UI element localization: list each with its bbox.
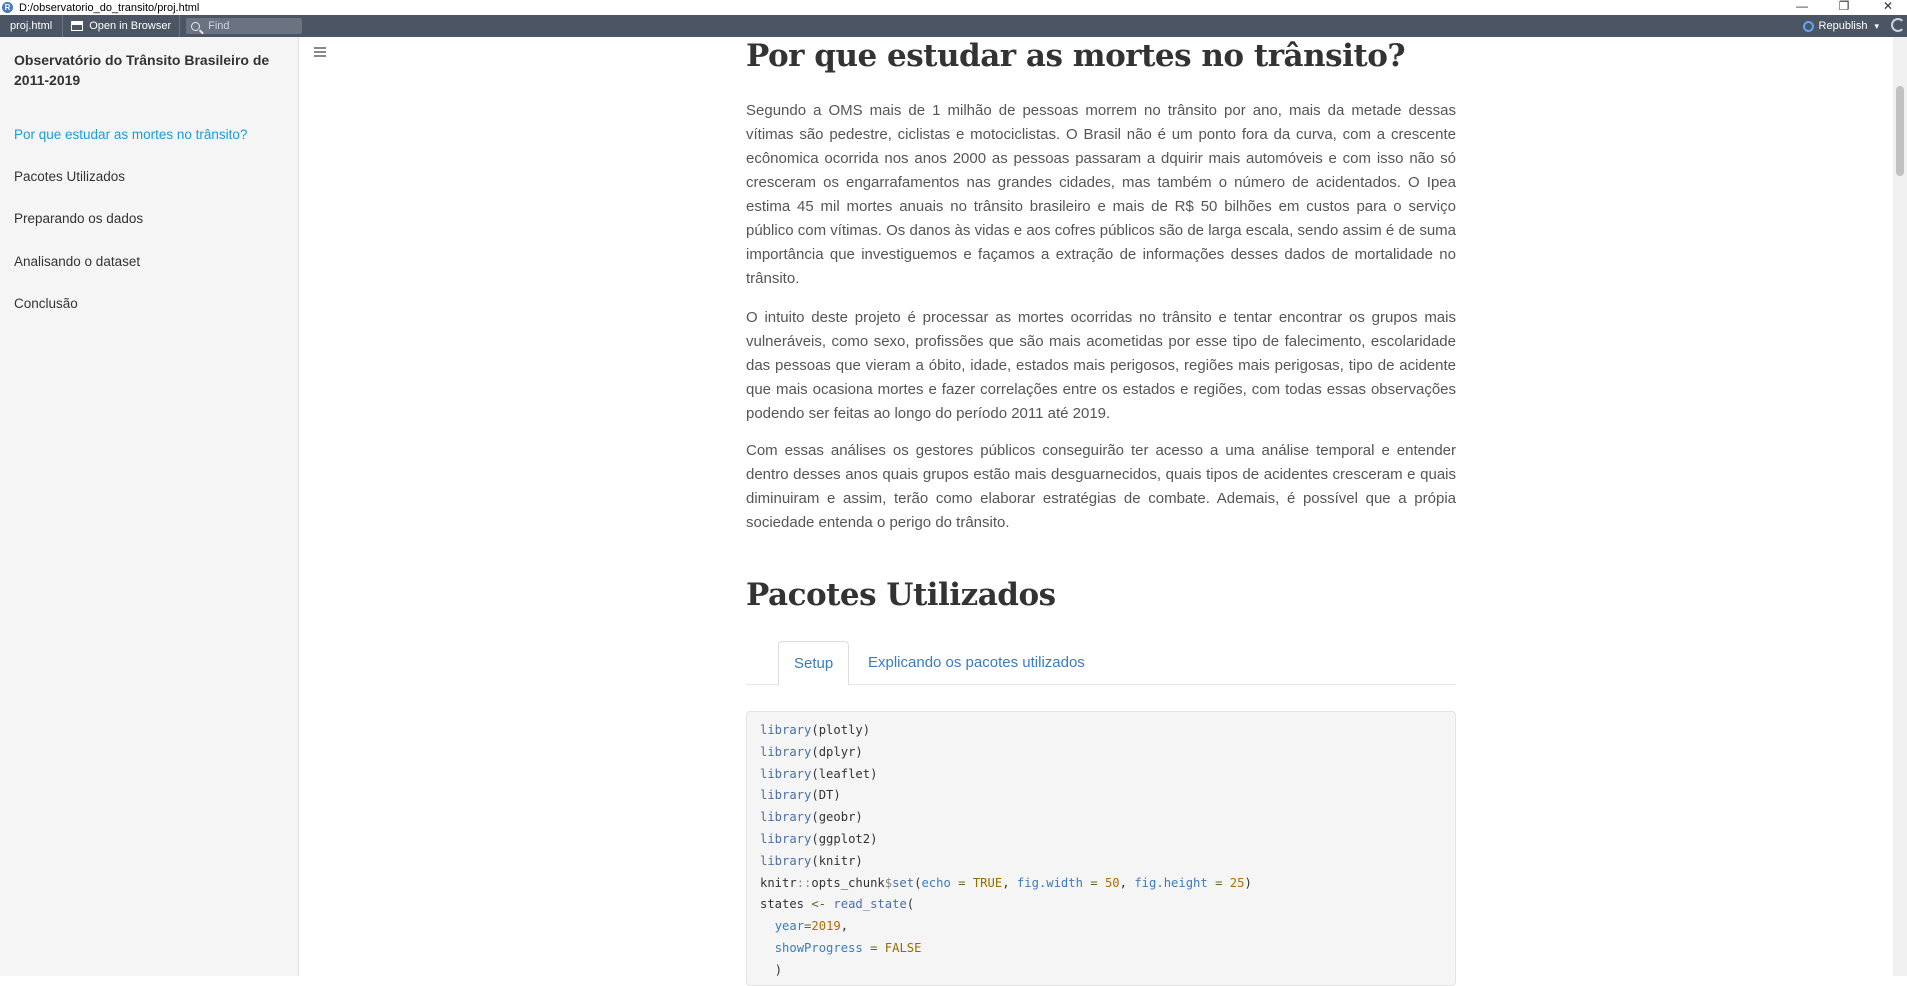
minimize-icon[interactable]: — <box>1787 0 1817 15</box>
toc-item-por-que-estudar[interactable]: Por que estudar as mortes no trânsito? <box>14 127 247 142</box>
code-line: showProgress = FALSE <box>774 940 922 955</box>
rstudio-logo-icon: R <box>2 2 13 13</box>
tab-explicando[interactable]: Explicando os pacotes utilizados <box>853 641 1100 686</box>
page-scrollbar[interactable] <box>1893 37 1907 976</box>
code-block: library(plotly) library(dplyr) library(l… <box>746 711 1456 986</box>
find-placeholder: Find <box>208 20 230 32</box>
close-icon[interactable]: ✕ <box>1873 0 1903 15</box>
window-path: D:/observatorio_do_transito/proj.html <box>19 1 200 14</box>
code-line: library(knitr) <box>760 853 863 868</box>
section-title-pacotes: Pacotes Utilizados <box>746 577 1056 613</box>
code-line: knitr::opts_chunk$set(echo = TRUE, fig.w… <box>760 875 1252 890</box>
browser-window-icon <box>71 21 84 31</box>
paragraph-1: Segundo a OMS mais de 1 milhão de pessoa… <box>746 102 1456 287</box>
hamburger-menu-icon[interactable] <box>314 47 326 57</box>
paragraph-2: O intuito deste projeto é processar as m… <box>746 309 1456 422</box>
toc-item-preparando[interactable]: Preparando os dados <box>14 211 143 226</box>
scrollbar-thumb[interactable] <box>1896 86 1904 176</box>
code-line: library(leaflet) <box>760 766 878 781</box>
paragraph-3: Com essas análises os gestores públicos … <box>746 442 1456 531</box>
code-line: ) <box>774 962 783 977</box>
code-line: year=2019, <box>774 919 849 934</box>
open-in-browser-label: Open in Browser <box>89 20 172 32</box>
code-line: library(DT) <box>760 788 841 803</box>
republish-label: Republish <box>1818 20 1868 32</box>
toc-sidebar: Observatório do Trânsito Brasileiro de 2… <box>0 37 299 976</box>
viewer-toolbar: proj.html Open in Browser Find Republish… <box>0 15 1907 37</box>
open-in-browser-button[interactable]: Open in Browser <box>63 15 181 37</box>
code-line: library(geobr) <box>760 810 863 825</box>
toc-item-analisando[interactable]: Analisando o dataset <box>14 254 140 269</box>
toc-title: Observatório do Trânsito Brasileiro de 2… <box>14 52 270 88</box>
toc-item-pacotes[interactable]: Pacotes Utilizados <box>14 169 125 184</box>
publish-icon <box>1802 20 1814 32</box>
find-input[interactable]: Find <box>186 18 303 34</box>
republish-button[interactable]: Republish ▾ <box>1802 15 1879 37</box>
chevron-down-icon[interactable]: ▾ <box>1874 21 1879 32</box>
refresh-icon[interactable] <box>1891 18 1905 32</box>
code-line: library(ggplot2) <box>760 831 878 846</box>
tab-setup[interactable]: Setup <box>778 641 850 686</box>
restore-icon[interactable]: ❐ <box>1829 0 1859 15</box>
window-titlebar: R D:/observatorio_do_transito/proj.html … <box>0 0 1907 15</box>
code-tabs: Setup Explicando os pacotes utilizados <box>746 641 1456 686</box>
code-line: library(dplyr) <box>760 744 863 759</box>
code-line: states <- read_state( <box>760 897 915 912</box>
toc-item-conclusao[interactable]: Conclusão <box>14 296 78 311</box>
section-title-por-que: Por que estudar as mortes no trânsito? <box>746 38 1406 74</box>
code-line: library(plotly) <box>760 723 871 737</box>
file-tab[interactable]: proj.html <box>0 15 64 37</box>
search-icon <box>191 21 201 31</box>
